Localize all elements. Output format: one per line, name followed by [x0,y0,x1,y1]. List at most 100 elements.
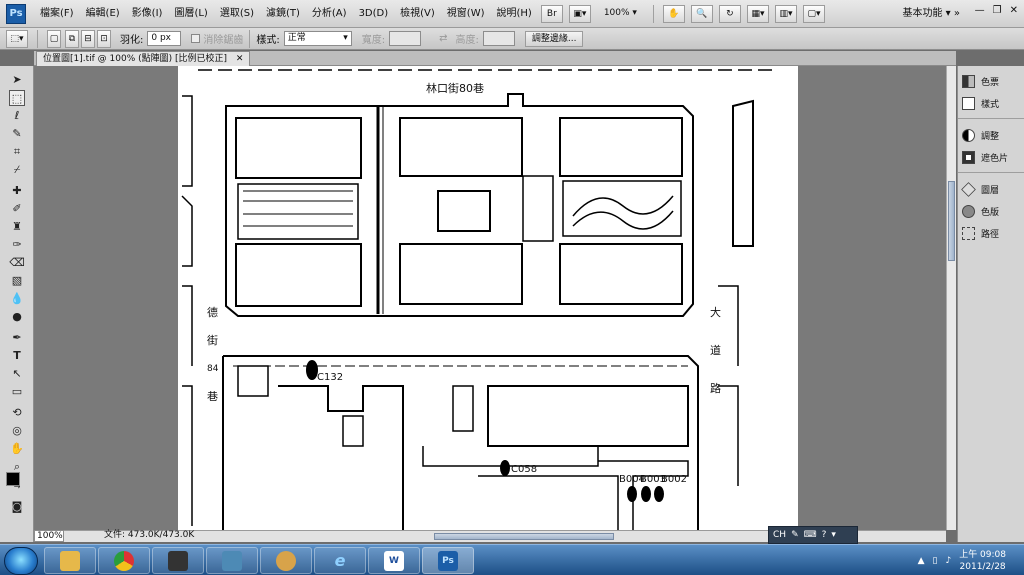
marquee-preset-icon[interactable]: ⬚▾ [6,29,28,48]
height-input[interactable] [482,31,515,46]
bridge-button[interactable]: Br [540,4,563,23]
swap-icon[interactable]: ⇄ [439,33,447,44]
start-button[interactable] [4,547,38,575]
width-label: 寬度: [361,35,386,46]
taskbar-media[interactable] [152,547,204,574]
show-hidden-icons[interactable]: ▲ [918,556,925,566]
side-street-char-1: 德 [207,306,218,319]
help-icon[interactable]: ? [822,530,827,540]
add-selection-icon[interactable]: ⧉ [65,29,79,48]
clone-stamp-tool-icon[interactable]: ♜ [9,219,25,235]
vertical-scrollbar[interactable] [946,66,956,530]
healing-brush-tool-icon[interactable]: ✚ [9,183,25,199]
rect-marquee-tool-icon[interactable]: ⬚ [9,90,25,106]
chrome-icon [114,550,134,571]
menu-image[interactable]: 影像(I) [126,0,169,28]
eyedropper-tool-icon[interactable]: ⌿ [9,162,25,178]
menu-help[interactable]: 說明(H) [491,0,538,28]
panel-adjustments[interactable]: 調整 [962,126,999,144]
hand-tool-icon[interactable]: ✋ [9,441,25,457]
restore-icon[interactable]: ❐ [993,5,1002,16]
3d-rotate-tool-icon[interactable]: ⟲ [9,405,25,421]
taskbar-photos[interactable] [206,547,258,574]
brush-tool-icon[interactable]: ✐ [9,201,25,217]
menu-view[interactable]: 檢視(V) [394,0,441,28]
taskbar-word[interactable]: W [368,547,420,574]
panel-masks[interactable]: 遮色片 [962,148,1008,166]
arrange-documents-icon[interactable]: ▥▾ [774,4,797,23]
side-street-char-4: 巷 [207,390,218,403]
menu-window[interactable]: 視窗(W) [441,0,491,28]
hand-tool-icon[interactable]: ✋ [662,4,685,23]
taskbar-chrome[interactable] [98,547,150,574]
street-label-top: 林口街80巷 [426,82,484,95]
taskbar-photoshop[interactable]: Ps [422,547,474,574]
menu-analysis[interactable]: 分析(A) [306,0,353,28]
workspace-switcher[interactable]: 基本功能 ▾ » [903,0,961,28]
screen-mode-icon[interactable]: ▣▾ [568,4,591,23]
canvas-area[interactable]: 林口街80巷 德 街 84 巷 大 道 路 C132 C058 B004 B00… [34,66,946,530]
document-canvas[interactable]: 林口街80巷 德 街 84 巷 大 道 路 C132 C058 B004 B00… [178,66,798,530]
antialias-checkbox[interactable] [191,34,201,43]
subtract-selection-icon[interactable]: ⊟ [81,29,95,48]
intersect-selection-icon[interactable]: ⊡ [97,29,111,48]
quick-mask-icon[interactable]: ◙ [9,499,25,515]
style-select[interactable]: 正常 ▾ [283,31,352,46]
zoom-level-select[interactable]: 100% ▾ [598,5,643,23]
close-tab-icon[interactable]: ✕ [236,54,244,64]
history-brush-tool-icon[interactable]: ✑ [9,237,25,253]
eraser-tool-icon[interactable]: ⌫ [9,255,25,271]
menu-filter[interactable]: 濾鏡(T) [260,0,306,28]
type-tool-icon[interactable]: T [9,348,25,364]
clock[interactable]: 上午 09:08 2011/2/28 [959,549,1006,573]
refine-edge-button[interactable]: 調整邊緣... [524,30,584,47]
panel-layers[interactable]: 圖層 [961,180,999,198]
language-bar[interactable]: CH ✎ ⌨ ? ▾ [768,526,858,544]
panel-swatches[interactable]: 色票 [962,72,999,90]
crop-tool-icon[interactable]: ⌗ [9,144,25,160]
dodge-tool-icon[interactable]: ● [9,309,25,325]
gradient-tool-icon[interactable]: ▧ [9,273,25,289]
options-icon[interactable]: ▾ [831,530,836,540]
width-input[interactable] [389,31,422,46]
vertical-scroll-thumb[interactable] [948,181,955,261]
blur-tool-icon[interactable]: 💧 [9,291,25,307]
path-select-tool-icon[interactable]: ↖ [9,366,25,382]
pen-tool-icon[interactable]: ✒ [9,330,25,346]
word-icon: W [384,550,404,571]
minimize-icon[interactable]: — [975,5,985,16]
3d-orbit-tool-icon[interactable]: ◎ [9,423,25,439]
taskbar-paint[interactable] [260,547,312,574]
document-tab[interactable]: 位置圖[1].tif @ 100% (點陣圖) [比例已校正] ✕ [36,51,251,66]
panel-styles[interactable]: 樣式 [962,94,999,112]
zoom-tool-icon[interactable]: 🔍 [690,4,713,23]
screen-layout-icon[interactable]: ▢▾ [802,4,825,23]
menu-3d[interactable]: 3D(D) [353,0,395,28]
volume-icon[interactable]: ♪ [945,556,951,566]
move-tool-icon[interactable]: ➤ [9,72,25,88]
new-selection-icon[interactable]: ▢ [47,29,61,48]
keyboard-icon[interactable]: ⌨ [804,530,817,540]
ime-icon[interactable]: ✎ [791,530,799,540]
lasso-tool-icon[interactable]: ℓ [9,108,25,124]
network-icon[interactable]: ▯ [932,556,937,566]
feather-input[interactable]: 0 px [147,31,182,46]
menu-edit[interactable]: 編輯(E) [80,0,126,28]
horizontal-scroll-thumb[interactable] [434,533,614,540]
panel-paths[interactable]: 路徑 [962,224,999,242]
rotate-view-icon[interactable]: ↻ [718,4,741,23]
quick-select-tool-icon[interactable]: ✎ [9,126,25,142]
menu-file[interactable]: 檔案(F) [34,0,80,28]
taskbar-explorer[interactable] [44,547,96,574]
foreground-color-swatch[interactable] [6,472,20,486]
panel-channels[interactable]: 色版 [962,202,999,220]
close-icon[interactable]: ✕ [1010,5,1018,16]
status-zoom-input[interactable]: 100% [34,530,64,542]
shape-tool-icon[interactable]: ▭ [9,384,25,400]
avenue-label: 大 道 路 [710,294,721,408]
system-tray: ▲ ▯ ♪ 上午 09:08 2011/2/28 [918,545,1024,575]
menu-select[interactable]: 選取(S) [214,0,260,28]
taskbar-ie[interactable]: e [314,547,366,574]
menu-layer[interactable]: 圖層(L) [168,0,213,28]
grid-view-icon[interactable]: ▦▾ [746,4,769,23]
